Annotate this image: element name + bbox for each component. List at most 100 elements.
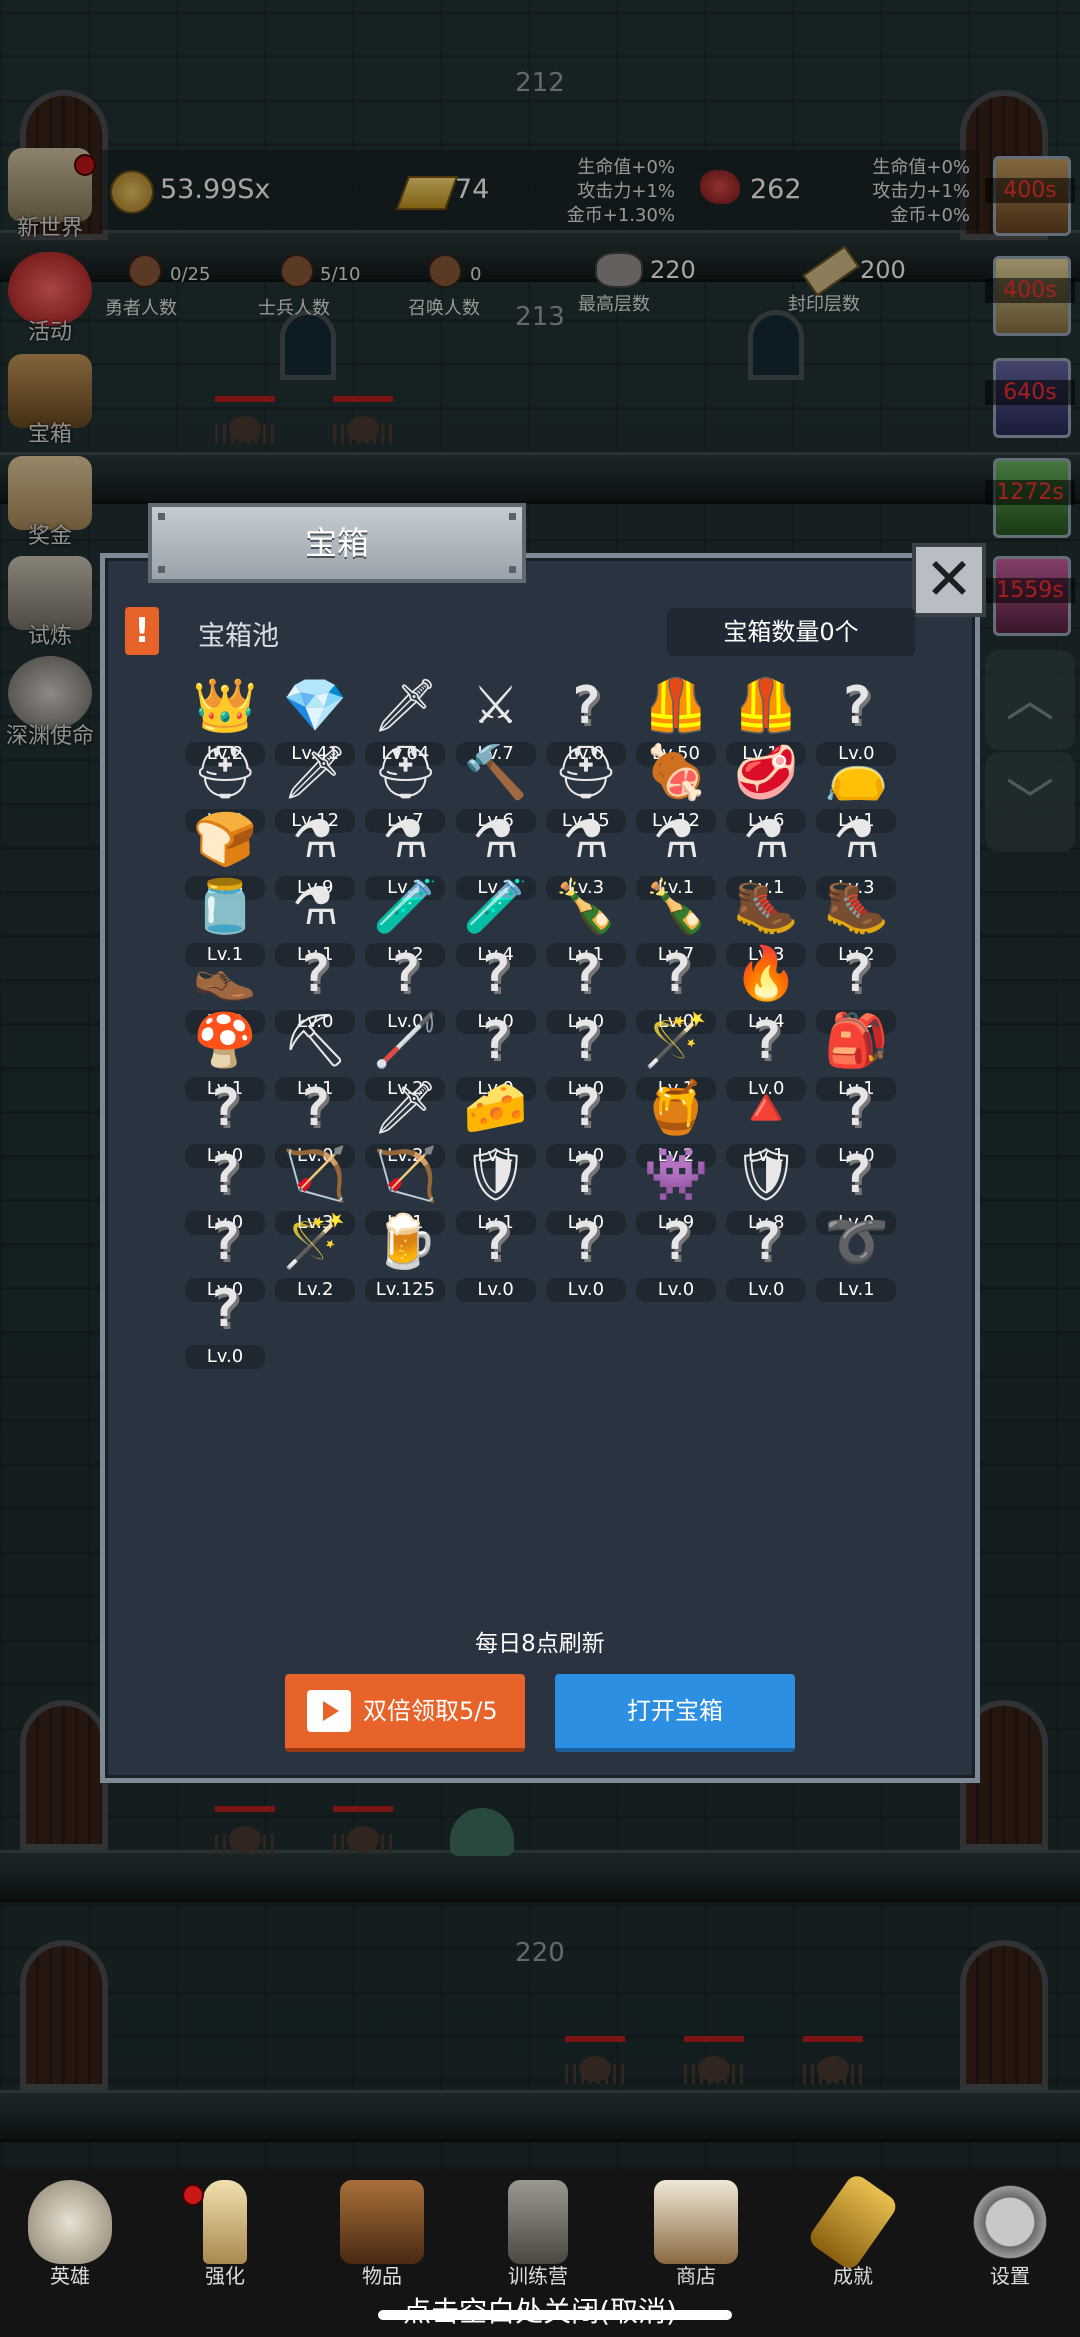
key-icon [805, 2171, 901, 2273]
unknown-item-icon: ? [299, 1078, 331, 1138]
book-icon [340, 2180, 424, 2264]
item-level: Lv.0 [545, 1278, 626, 1302]
crown-icon: 👑 [192, 676, 258, 736]
winged-boot-icon: 🥾 [733, 877, 799, 937]
nav-hero[interactable]: 英雄 [10, 2180, 130, 2289]
empty-bottle-icon: 🧪 [373, 877, 438, 937]
modal-title-plate: 宝箱 [148, 503, 526, 583]
double-claim-label: 双倍领取5/5 [363, 1697, 498, 1725]
chest-count: 宝箱数量0个 [667, 608, 915, 656]
chest-item-slot[interactable]: ? Lv.0 [636, 1208, 716, 1308]
unknown-item-icon: ? [479, 1212, 512, 1272]
chest-item-slot[interactable]: ? Lv.0 [545, 1208, 626, 1308]
blue-potion-icon: ⚗ [291, 877, 339, 937]
unknown-item-icon: ? [570, 1145, 602, 1205]
bow-icon: 🏹 [282, 1145, 348, 1205]
red-bottle-icon: 🍾 [643, 877, 709, 937]
nav-shop[interactable]: 商店 [636, 2180, 756, 2289]
unknown-item-icon: ? [840, 1145, 873, 1205]
scepter-icon: 🪄 [643, 1011, 709, 1071]
yellow-potion-icon: ⚗ [472, 810, 519, 870]
chest-item-slot[interactable]: ? Lv.0 [185, 1275, 265, 1375]
unknown-item-icon: ? [299, 944, 331, 1004]
unknown-item-icon: ? [570, 1011, 602, 1071]
red-potion-icon: ⚗ [652, 810, 700, 870]
alert-icon: ! [125, 607, 159, 655]
knight-helmet-icon: ⛑ [372, 743, 439, 803]
candle-icon [203, 2180, 247, 2264]
red-potion-icon: ⚗ [742, 810, 790, 870]
olive-bottle-icon: 🍾 [553, 877, 619, 937]
modal-title: 宝箱 [304, 524, 369, 562]
backpack-icon: 🎒 [824, 1011, 889, 1071]
chest-item-slot[interactable]: 🍺 Lv.125 [365, 1208, 446, 1308]
item-level: Lv.2 [275, 1278, 356, 1302]
unknown-item-icon: ? [570, 676, 602, 736]
red-potion-icon: ⚗ [562, 810, 610, 870]
pickaxe-icon: ⛏ [282, 1011, 349, 1071]
unknown-item-icon: ? [479, 1011, 512, 1071]
unknown-item-icon: ? [209, 1078, 241, 1138]
yellow-potion-icon: ⚗ [382, 810, 429, 870]
home-indicator[interactable] [378, 2310, 732, 2320]
mushroom-icon: 🍄 [192, 1011, 258, 1071]
great-helm-icon: ⛑ [552, 743, 619, 803]
leather-armor-icon: 🦺 [643, 676, 709, 736]
blue-potion-icon: ⚗ [833, 810, 880, 870]
crossbow-icon: 🏹 [373, 1145, 438, 1205]
staff-icon: 🦯 [373, 1011, 438, 1071]
chest-pool-title: 宝箱池 [198, 621, 279, 652]
item-level: Lv.1 [816, 1278, 897, 1302]
unknown-item-icon: ? [660, 1212, 692, 1272]
pouch-icon: 👝 [824, 743, 889, 803]
blue-jar-icon: 🫙 [192, 877, 258, 937]
unknown-item-icon: ? [570, 1078, 602, 1138]
gear-icon [968, 2180, 1052, 2264]
unknown-item-icon: ? [840, 676, 873, 736]
lantern-icon [508, 2180, 568, 2264]
leather-vest-icon: 🦺 [733, 676, 799, 736]
crystal-icon: 🔺 [733, 1078, 799, 1138]
dagger-icon: 🗡 [282, 743, 349, 803]
slime-pet-icon: 👾 [643, 1145, 709, 1205]
unknown-item-icon: ? [570, 944, 602, 1004]
video-ad-icon [307, 1690, 351, 1732]
nav-upgrade[interactable]: 强化 [165, 2180, 285, 2289]
nav-items[interactable]: 物品 [322, 2180, 442, 2289]
chest-item-slot[interactable]: ? Lv.0 [726, 1208, 807, 1308]
shoe-icon: 👞 [192, 944, 258, 1004]
leather-boot-icon: 🥾 [824, 877, 889, 937]
chest-item-slot[interactable]: 🪄 Lv.2 [275, 1208, 356, 1308]
unknown-item-icon: ? [389, 944, 422, 1004]
nav-settings[interactable]: 设置 [950, 2180, 1070, 2289]
chest-item-slot[interactable]: ? Lv.0 [455, 1208, 536, 1308]
green-wand-icon: 🪄 [282, 1212, 348, 1272]
broken-sword-icon: 🗡 [372, 1078, 439, 1138]
chest-item-slot[interactable]: ➰ Lv.1 [816, 1208, 897, 1308]
iron-sword-icon: ⚔ [472, 676, 519, 736]
hammer-icon: 🔨 [463, 743, 528, 803]
leather-helmet-icon: ⛑ [191, 743, 258, 803]
refresh-note: 每日8点刷新 [475, 1631, 605, 1657]
torch-icon: 🔥 [733, 944, 799, 1004]
unknown-item-icon: ? [840, 944, 873, 1004]
unknown-item-icon: ? [750, 1212, 782, 1272]
nav-achievements[interactable]: 成就 [793, 2171, 913, 2289]
ale-mug-icon: 🍺 [373, 1212, 438, 1272]
notification-badge [182, 2184, 204, 2206]
open-chest-button[interactable]: 打开宝箱 [555, 1674, 795, 1752]
double-claim-button[interactable]: 双倍领取5/5 [285, 1674, 525, 1752]
ham-icon: 🍖 [643, 743, 709, 803]
honey-jar-icon: 🍯 [643, 1078, 709, 1138]
item-level: Lv.0 [726, 1278, 807, 1302]
item-level: Lv.125 [365, 1278, 446, 1302]
mug-icon [654, 2180, 738, 2264]
bread-icon: 🍞 [192, 810, 258, 870]
close-button[interactable]: ✕ [912, 543, 986, 617]
item-level: Lv.0 [185, 1345, 265, 1369]
steak-icon: 🥩 [733, 743, 799, 803]
unknown-item-icon: ? [479, 944, 512, 1004]
nav-training-camp[interactable]: 训练营 [478, 2180, 598, 2289]
empty-bottle-icon: 🧪 [463, 877, 528, 937]
yellow-potion-icon: ⚗ [291, 810, 339, 870]
